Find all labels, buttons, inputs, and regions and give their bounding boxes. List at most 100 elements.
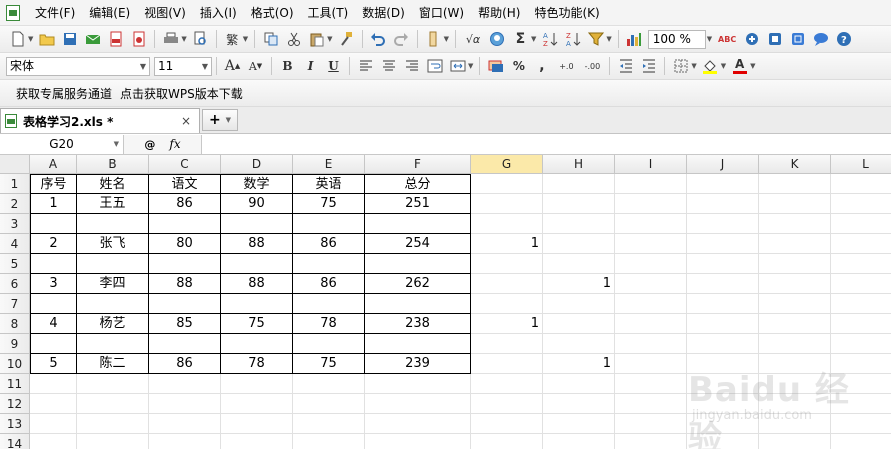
auto-filter-icon[interactable]: [586, 30, 605, 49]
search-globe-icon[interactable]: [488, 30, 507, 49]
cell-f9[interactable]: [365, 334, 471, 354]
cell-e13[interactable]: [293, 414, 365, 434]
italic-button[interactable]: I: [301, 57, 320, 76]
font-color-dropdown-icon[interactable]: ▼: [750, 62, 755, 70]
document-tab[interactable]: 表格学习2.xls * ×: [0, 108, 200, 133]
cell-c13[interactable]: [149, 414, 221, 434]
cell-k2[interactable]: [759, 194, 831, 214]
autosum-dropdown-icon[interactable]: ▼: [531, 35, 536, 43]
row-header-8[interactable]: 8: [0, 314, 30, 334]
cell-d6[interactable]: 88: [221, 274, 293, 294]
cell-k7[interactable]: [759, 294, 831, 314]
cell-i4[interactable]: [615, 234, 687, 254]
new-document-icon[interactable]: [8, 30, 27, 49]
spell-check-button[interactable]: ABC: [716, 30, 738, 49]
cell-i6[interactable]: [615, 274, 687, 294]
cell-e12[interactable]: [293, 394, 365, 414]
cell-g7[interactable]: [471, 294, 543, 314]
help-icon[interactable]: ?: [834, 30, 853, 49]
cell-h9[interactable]: [543, 334, 615, 354]
cell-e4[interactable]: 86: [293, 234, 365, 254]
increase-indent-icon[interactable]: [639, 57, 658, 76]
sort-ascending-icon[interactable]: AZ: [540, 30, 559, 49]
decrease-font-size-button[interactable]: A ▼: [246, 57, 265, 76]
row-header-6[interactable]: 6: [0, 274, 30, 294]
cell-h13[interactable]: [543, 414, 615, 434]
row-header-7[interactable]: 7: [0, 294, 30, 314]
print-icon[interactable]: [161, 30, 180, 49]
cell-l6[interactable]: [831, 274, 891, 294]
percent-format-button[interactable]: %: [509, 57, 528, 76]
cell-d8[interactable]: 75: [221, 314, 293, 334]
cell-i9[interactable]: [615, 334, 687, 354]
cell-d11[interactable]: [221, 374, 293, 394]
cell-d2[interactable]: 90: [221, 194, 293, 214]
cell-d7[interactable]: [221, 294, 293, 314]
cell-l1[interactable]: [831, 174, 891, 194]
cell-c7[interactable]: [149, 294, 221, 314]
insert-column-icon[interactable]: [424, 30, 443, 49]
cell-l2[interactable]: [831, 194, 891, 214]
cell-d1[interactable]: 数学: [221, 174, 293, 194]
cell-h10[interactable]: 1: [543, 354, 615, 374]
menu-insert[interactable]: 插入(I): [193, 2, 244, 24]
service-channel-link[interactable]: 获取专属服务通道: [12, 85, 116, 102]
open-folder-icon[interactable]: [37, 30, 56, 49]
row-header-5[interactable]: 5: [0, 254, 30, 274]
cell-g14[interactable]: [471, 434, 543, 449]
cell-b9[interactable]: [77, 334, 149, 354]
column-header-k[interactable]: K: [759, 155, 831, 174]
menu-window[interactable]: 窗口(W): [412, 2, 471, 24]
insert-dropdown-icon[interactable]: ▼: [444, 35, 449, 43]
cell-j7[interactable]: [687, 294, 759, 314]
row-header-2[interactable]: 2: [0, 194, 30, 214]
menu-data[interactable]: 数据(D): [355, 2, 412, 24]
format-painter-icon[interactable]: [337, 30, 356, 49]
cell-h8[interactable]: [543, 314, 615, 334]
cell-a2[interactable]: 1: [30, 194, 77, 214]
cell-l4[interactable]: [831, 234, 891, 254]
print-dropdown-icon[interactable]: ▼: [181, 35, 186, 43]
cell-b5[interactable]: [77, 254, 149, 274]
cell-f7[interactable]: [365, 294, 471, 314]
new-dropdown-icon[interactable]: ▼: [28, 35, 33, 43]
menu-special-features[interactable]: 特色功能(K): [527, 2, 606, 24]
column-header-h[interactable]: H: [543, 155, 615, 174]
cell-b1[interactable]: 姓名: [77, 174, 149, 194]
cell-e2[interactable]: 75: [293, 194, 365, 214]
cell-e6[interactable]: 86: [293, 274, 365, 294]
cell-k11[interactable]: [759, 374, 831, 394]
zoom-level-input[interactable]: 100 %: [647, 29, 706, 49]
cell-j9[interactable]: [687, 334, 759, 354]
cell-k8[interactable]: [759, 314, 831, 334]
save-icon[interactable]: [60, 30, 79, 49]
cell-d9[interactable]: [221, 334, 293, 354]
cell-j3[interactable]: [687, 214, 759, 234]
cell-j14[interactable]: [687, 434, 759, 449]
cell-a14[interactable]: [30, 434, 77, 449]
cell-i5[interactable]: [615, 254, 687, 274]
cell-f11[interactable]: [365, 374, 471, 394]
row-header-1[interactable]: 1: [0, 174, 30, 194]
cell-a8[interactable]: 4: [30, 314, 77, 334]
cell-d4[interactable]: 88: [221, 234, 293, 254]
cell-f6[interactable]: 262: [365, 274, 471, 294]
cell-k9[interactable]: [759, 334, 831, 354]
cell-d10[interactable]: 78: [221, 354, 293, 374]
cell-j11[interactable]: [687, 374, 759, 394]
cell-e9[interactable]: [293, 334, 365, 354]
cell-b13[interactable]: [77, 414, 149, 434]
export-pdf-icon[interactable]: [106, 30, 125, 49]
menu-help[interactable]: 帮助(H): [471, 2, 527, 24]
cut-icon[interactable]: [284, 30, 303, 49]
cell-j12[interactable]: [687, 394, 759, 414]
menu-view[interactable]: 视图(V): [137, 2, 193, 24]
cell-e5[interactable]: [293, 254, 365, 274]
cell-g5[interactable]: [471, 254, 543, 274]
cell-a10[interactable]: 5: [30, 354, 77, 374]
cell-f12[interactable]: [365, 394, 471, 414]
select-all-corner[interactable]: [0, 155, 30, 174]
sort-descending-icon[interactable]: ZA: [563, 30, 582, 49]
cell-k13[interactable]: [759, 414, 831, 434]
document-check-icon[interactable]: [129, 30, 148, 49]
